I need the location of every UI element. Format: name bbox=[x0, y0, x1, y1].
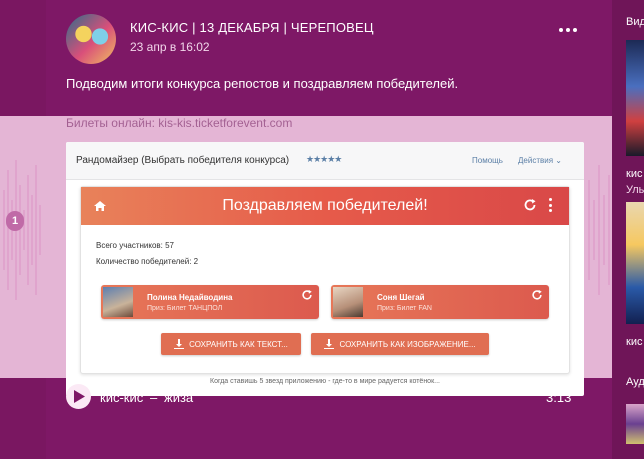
results-title: Поздравляем победителей! bbox=[222, 197, 428, 214]
app-top-bar: Рандомайзер (Выбрать победителя конкурса… bbox=[66, 142, 584, 180]
winner-name: Соня Шегай bbox=[377, 293, 425, 302]
more-options-icon[interactable] bbox=[556, 22, 580, 38]
sidebar-video-thumbnail[interactable] bbox=[626, 40, 644, 156]
download-icon bbox=[324, 339, 335, 349]
sidebar-video-thumbnail[interactable] bbox=[626, 202, 644, 324]
refresh-icon bbox=[532, 289, 542, 300]
post-link[interactable]: Билеты онлайн: kis-kis.ticketforevent.co… bbox=[66, 116, 292, 130]
save-as-text-button: СОХРАНИТЬ КАК ТЕКСТ... bbox=[161, 333, 301, 355]
audio-title[interactable]: жиза bbox=[164, 390, 193, 405]
winner-photo bbox=[333, 287, 363, 317]
app-footer-text: Когда ставишь 5 звезд приложению - где-т… bbox=[210, 378, 440, 385]
winner-name: Полина Недайводина bbox=[147, 293, 233, 302]
results-panel: Поздравляем победителей! Всего участнико… bbox=[80, 186, 570, 374]
rating-stars: ★★★★★ bbox=[306, 154, 342, 164]
post-header-area bbox=[46, 0, 612, 116]
post-author[interactable]: КИС-КИС | 13 ДЕКАБРЯ | ЧЕРЕПОВЕЦ bbox=[130, 20, 374, 35]
save-as-image-button: СОХРАНИТЬ КАК ИЗОБРАЖЕНИЕ... bbox=[311, 333, 489, 355]
play-icon bbox=[74, 390, 85, 403]
save-as-image-label: СОХРАНИТЬ КАК ИЗОБРАЖЕНИЕ... bbox=[339, 339, 476, 349]
actions-link: Действия ⌄ bbox=[518, 156, 562, 165]
winner-card: Соня Шегай Приз: Билет FAN bbox=[331, 285, 549, 319]
sidebar-video-caption[interactable]: Улы bbox=[626, 184, 644, 196]
winner-photo bbox=[103, 287, 133, 317]
help-link: Помощь bbox=[472, 156, 503, 165]
decorative-waves-left bbox=[3, 160, 41, 300]
counter-badge[interactable]: 1 bbox=[6, 211, 24, 231]
app-title: Рандомайзер (Выбрать победителя конкурса… bbox=[76, 155, 290, 166]
winner-prize: Приз: Билет ТАНЦПОЛ bbox=[147, 305, 223, 312]
post-text: Подводим итоги конкурса репостов и поздр… bbox=[66, 76, 459, 91]
play-button[interactable] bbox=[66, 384, 91, 409]
participants-count: Всего участников: 57 bbox=[96, 241, 174, 250]
avatar[interactable] bbox=[66, 14, 116, 64]
sidebar-audio-thumbnail[interactable] bbox=[626, 404, 644, 444]
winners-count: Количество победителей: 2 bbox=[96, 257, 199, 266]
refresh-icon bbox=[302, 289, 312, 300]
results-header: Поздравляем победителей! bbox=[81, 187, 569, 225]
sidebar-video-caption[interactable]: кис bbox=[626, 336, 642, 348]
post-card: КИС-КИС | 13 ДЕКАБРЯ | ЧЕРЕПОВЕЦ 23 апр … bbox=[46, 0, 612, 459]
audio-artist[interactable]: кис-кис bbox=[100, 390, 143, 405]
sidebar-heading-audio[interactable]: Ауд bbox=[626, 376, 644, 388]
sidebar-video-caption[interactable]: кис bbox=[626, 168, 642, 180]
sidebar-heading-video[interactable]: Вид bbox=[626, 16, 644, 28]
winner-card: Полина Недайводина Приз: Билет ТАНЦПОЛ bbox=[101, 285, 319, 319]
download-icon bbox=[174, 339, 185, 349]
audio-duration: 3:13 bbox=[546, 390, 572, 405]
audio-separator: – bbox=[150, 390, 158, 405]
post-date[interactable]: 23 апр в 16:02 bbox=[130, 40, 210, 54]
vertical-more-icon bbox=[547, 198, 553, 212]
winner-prize: Приз: Билет FAN bbox=[377, 305, 432, 312]
attached-image[interactable]: Рандомайзер (Выбрать победителя конкурса… bbox=[66, 142, 584, 396]
refresh-icon bbox=[524, 199, 536, 211]
save-as-text-label: СОХРАНИТЬ КАК ТЕКСТ... bbox=[189, 339, 288, 349]
